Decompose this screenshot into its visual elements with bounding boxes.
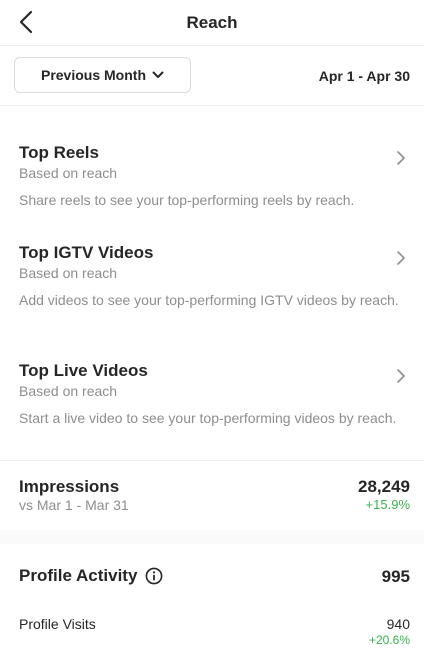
date-range: Apr 1 - Apr 30: [318, 68, 410, 84]
profile-activity-title: Profile Activity: [19, 566, 163, 586]
section-description: Share reels to see your top-performing r…: [19, 192, 355, 208]
profile-visits-value: 940: [386, 616, 410, 632]
chevron-right-icon: [397, 151, 405, 165]
section-title: Top Reels: [19, 143, 99, 162]
filter-row: Previous Month Apr 1 - Apr 30: [0, 46, 424, 106]
top-reels-section[interactable]: Top Reels Based on reach Share reels to …: [0, 143, 424, 213]
page-title: Reach: [186, 13, 238, 32]
section-description: Start a live video to see your top-perfo…: [19, 410, 397, 426]
section-title: Top Live Videos: [19, 361, 148, 380]
period-label: Previous Month: [40, 67, 146, 83]
impressions-change: +15.9%: [365, 497, 410, 512]
impressions-value: 28,249: [358, 477, 410, 496]
profile-activity-label: Profile Activity: [19, 566, 138, 585]
top-reels-open-button[interactable]: [394, 151, 408, 165]
section-subtitle: Based on reach: [19, 265, 118, 281]
profile-visits-change: +20.6%: [368, 633, 410, 647]
period-dropdown-button[interactable]: Previous Month: [14, 57, 191, 93]
top-live-section[interactable]: Top Live Videos Based on reach Start a l…: [0, 361, 424, 451]
chevron-down-icon: [152, 71, 164, 78]
top-live-open-button[interactable]: [394, 369, 408, 383]
section-description: Add videos to see your top-performing IG…: [19, 292, 399, 308]
section-gap: [0, 530, 424, 544]
chevron-right-icon: [397, 369, 405, 383]
divider: [0, 460, 424, 461]
top-igtv-open-button[interactable]: [394, 251, 408, 265]
section-subtitle: Based on reach: [19, 165, 118, 181]
top-igtv-section[interactable]: Top IGTV Videos Based on reach Add video…: [0, 243, 424, 333]
impressions-title: Impressions: [19, 477, 120, 496]
chevron-right-icon: [397, 251, 405, 265]
top-bar: Reach: [0, 0, 424, 46]
profile-activity-value: 995: [381, 567, 410, 586]
section-subtitle: Based on reach: [19, 383, 118, 399]
impressions-comparison: vs Mar 1 - Mar 31: [19, 497, 129, 513]
profile-visits-label: Profile Visits: [19, 616, 96, 632]
section-title: Top IGTV Videos: [19, 243, 154, 262]
info-icon[interactable]: [145, 567, 163, 585]
